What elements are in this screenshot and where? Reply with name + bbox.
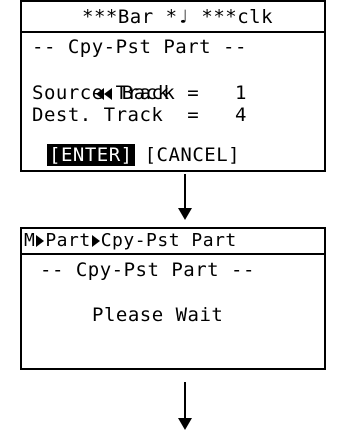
breadcrumb-page: Cpy-Pst Part — [100, 230, 237, 251]
status-divider — [22, 31, 324, 33]
status-line: ***Bar *♩ ***clk — [82, 6, 274, 28]
source-track-eq: = — [187, 82, 200, 104]
down-arrow-icon — [178, 174, 192, 220]
enter-button[interactable]: [ENTER] — [47, 144, 135, 166]
source-track-row[interactable]: Source Track = 1 — [32, 82, 247, 104]
lcd-screen-copy-paste: ***Bar *♩ ***clk -- Cpy-Pst Part -- Back… — [20, 0, 326, 172]
breadcrumb-pointer-icon — [91, 235, 100, 247]
cancel-button[interactable]: [CANCEL] — [145, 144, 241, 166]
down-arrow-icon — [178, 382, 192, 430]
lcd-screen-please-wait: M Part Cpy-Pst Part -- Cpy-Pst Part -- Ple… — [20, 227, 326, 370]
source-track-value[interactable]: 1 — [235, 82, 247, 104]
please-wait-message: Please Wait — [92, 304, 224, 326]
breadcrumb: M Part Cpy-Pst Part — [24, 230, 237, 252]
breadcrumb-divider — [22, 253, 324, 255]
dest-track-label: Dest. Track — [32, 104, 164, 126]
screen-title: -- Cpy-Pst Part -- — [40, 259, 255, 281]
source-track-label: Source Track — [32, 82, 176, 104]
dest-track-eq: = — [187, 104, 200, 126]
softkey-row: [ENTER] [CANCEL] — [47, 144, 240, 166]
breadcrumb-pointer-icon — [36, 235, 45, 247]
dest-track-value[interactable]: 4 — [235, 104, 247, 126]
breadcrumb-m: M — [24, 230, 36, 251]
dest-track-row[interactable]: Dest. Track = 4 — [32, 104, 247, 126]
screen-title: -- Cpy-Pst Part -- — [32, 36, 247, 58]
breadcrumb-part: Part — [45, 230, 91, 251]
